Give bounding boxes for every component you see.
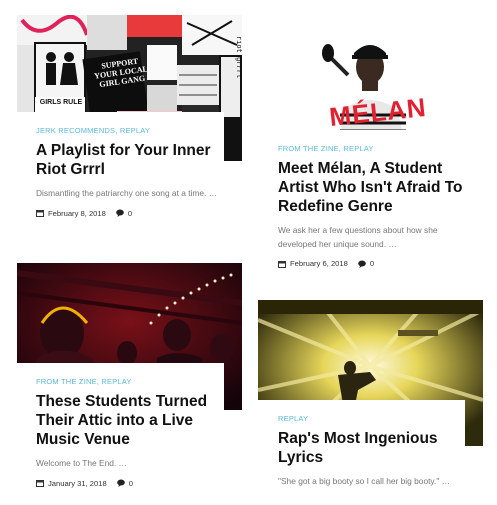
comment-count[interactable]: 0 [129, 479, 133, 488]
post-1-excerpt: Dismantling the patriarchy one song at a… [36, 188, 218, 198]
post-3-categories: FROM THE ZINE, REPLAY [36, 377, 132, 386]
calendar-icon [36, 479, 44, 487]
post-2-categories: FROM THE ZINE, REPLAY [278, 144, 374, 153]
post-3-meta: January 31, 2018 0 [36, 479, 224, 488]
post-2-title[interactable]: Meet Mélan, A Student Artist Who Isn't A… [278, 159, 465, 216]
collage-sign-text: GIRLS RULE [39, 99, 83, 106]
category-link[interactable]: JERK RECOMMENDS [36, 126, 115, 135]
post-2-meta: February 6, 2018 0 [278, 259, 465, 268]
post-1-meta: February 8, 2018 0 [36, 209, 224, 218]
collage-side-text: riot grrrl [234, 36, 242, 79]
post-date[interactable]: January 31, 2018 [48, 479, 107, 488]
post-4-content: REPLAY Rap's Most Ingenious Lyrics "She … [258, 400, 465, 505]
post-2-content: FROM THE ZINE, REPLAY Meet Mélan, A Stud… [258, 130, 465, 280]
post-date[interactable]: February 8, 2018 [48, 209, 106, 218]
comment-bubble-icon [116, 479, 125, 487]
comment-bubble-icon [116, 209, 124, 217]
category-link[interactable]: FROM THE ZINE [278, 144, 339, 153]
post-3-excerpt: Welcome to The End. … [36, 458, 127, 468]
calendar-icon [278, 260, 286, 268]
category-link[interactable]: REPLAY [343, 144, 373, 153]
comment-count[interactable]: 0 [128, 209, 132, 218]
post-4-categories: REPLAY [278, 414, 465, 423]
post-date[interactable]: February 6, 2018 [290, 259, 348, 268]
category-link[interactable]: FROM THE ZINE [36, 377, 97, 386]
category-link[interactable]: REPLAY [101, 377, 131, 386]
comment-bubble-icon [358, 260, 366, 268]
category-link[interactable]: REPLAY [278, 414, 308, 423]
post-1-title[interactable]: A Playlist for Your Inner Riot Grrrl [36, 141, 224, 179]
calendar-icon [36, 209, 44, 217]
category-link[interactable]: REPLAY [120, 126, 150, 135]
post-3-title[interactable]: These Students Turned Their Attic into a… [36, 392, 224, 449]
post-1-categories: JERK RECOMMENDS, REPLAY [36, 126, 151, 135]
post-1-content: JERK RECOMMENDS, REPLAY A Playlist for Y… [17, 112, 224, 242]
post-4-title[interactable]: Rap's Most Ingenious Lyrics [278, 429, 465, 467]
comment-count[interactable]: 0 [370, 259, 374, 268]
post-2-excerpt: We ask her a few questions about how she… [278, 225, 438, 249]
post-4-excerpt: "She got a big booty so I call her big b… [278, 476, 450, 486]
post-3-content: FROM THE ZINE, REPLAY These Students Tur… [17, 363, 224, 503]
